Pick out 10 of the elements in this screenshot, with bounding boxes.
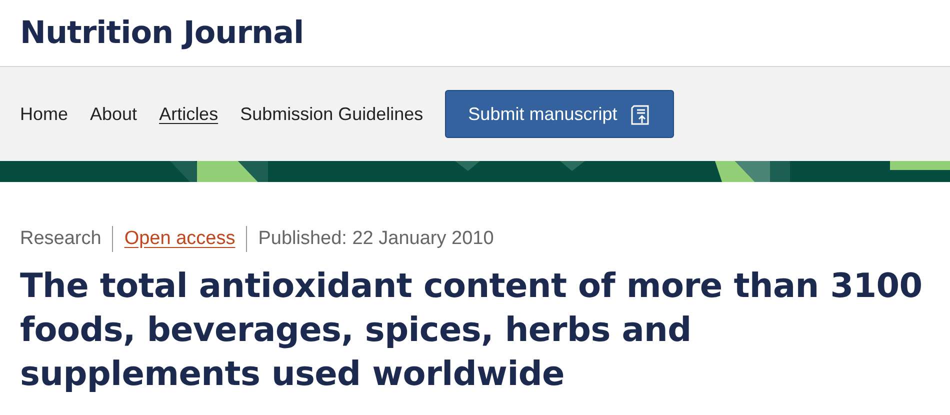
nav-link[interactable]: Home	[20, 104, 68, 124]
article-type: Research	[20, 228, 102, 250]
journal-title[interactable]: Nutrition Journal	[20, 0, 304, 66]
open-access-link[interactable]: Open access	[124, 228, 236, 250]
publication-date: Published: 22 January 2010	[258, 228, 494, 250]
nav-link[interactable]: Articles	[159, 104, 218, 124]
article-title: The total antioxidant content of more than 3100 foods, beverages, spices, herbs and supplements used worldwide	[20, 265, 924, 395]
nav-link[interactable]: About	[90, 104, 138, 124]
submit-manuscript-button[interactable]: Submit manuscript	[445, 90, 674, 138]
nav-link[interactable]: Submission Guidelines	[240, 104, 424, 124]
